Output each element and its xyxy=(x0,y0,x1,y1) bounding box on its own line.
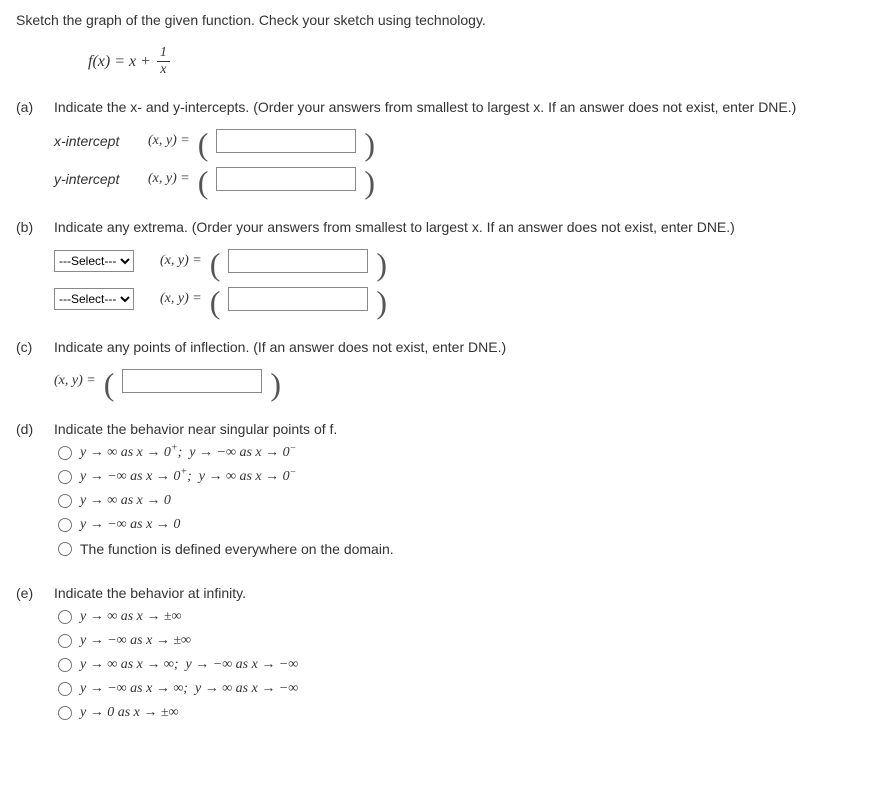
option-text: y → −∞ as x → ±∞ xyxy=(80,633,191,649)
part-b-label: (b) xyxy=(16,219,44,235)
part-d-label: (d) xyxy=(16,421,44,437)
radio-input[interactable] xyxy=(58,682,72,696)
part-c-label: (c) xyxy=(16,339,44,355)
option-text: y → −∞ as x → ∞; y → ∞ as x → −∞ xyxy=(80,681,298,697)
option-text: y → −∞ as x → 0+; y → ∞ as x → 0− xyxy=(80,469,296,485)
option-text: y → 0 as x → ±∞ xyxy=(80,705,179,721)
fraction: 1 x xyxy=(157,46,170,77)
part-a: (a) Indicate the x- and y-intercepts. (O… xyxy=(16,99,873,191)
e-option-2[interactable]: y → −∞ as x → ±∞ xyxy=(58,633,873,649)
part-e: (e) Indicate the behavior at infinity. y… xyxy=(16,585,873,721)
xy-label: (x, y) = xyxy=(160,253,202,269)
extrema-select-2[interactable]: ---Select--- xyxy=(54,288,134,310)
radio-input[interactable] xyxy=(58,518,72,532)
y-intercept-input[interactable] xyxy=(216,167,356,191)
radio-input[interactable] xyxy=(58,542,72,556)
radio-input[interactable] xyxy=(58,610,72,624)
d-option-1[interactable]: y → ∞ as x → 0+; y → −∞ as x → 0− xyxy=(58,445,873,461)
function-definition: f(x) = x + 1 x xyxy=(88,46,873,77)
radio-input[interactable] xyxy=(58,706,72,720)
part-a-prompt: Indicate the x- and y-intercepts. (Order… xyxy=(54,99,873,115)
option-text: The function is defined everywhere on th… xyxy=(80,541,394,557)
part-a-label: (a) xyxy=(16,99,44,115)
radio-input[interactable] xyxy=(58,634,72,648)
option-text: y → ∞ as x → ±∞ xyxy=(80,609,182,625)
inflection-input[interactable] xyxy=(122,369,262,393)
e-option-1[interactable]: y → ∞ as x → ±∞ xyxy=(58,609,873,625)
part-e-prompt: Indicate the behavior at infinity. xyxy=(54,585,873,601)
radio-input[interactable] xyxy=(58,658,72,672)
extrema-select-1[interactable]: ---Select--- xyxy=(54,250,134,272)
part-b-prompt: Indicate any extrema. (Order your answer… xyxy=(54,219,873,235)
intro-text: Sketch the graph of the given function. … xyxy=(16,12,873,28)
x-intercept-label: x-intercept xyxy=(54,133,140,149)
part-e-options: y → ∞ as x → ±∞ y → −∞ as x → ±∞ y → ∞ a… xyxy=(16,609,873,721)
part-d-prompt: Indicate the behavior near singular poin… xyxy=(54,421,873,437)
x-intercept-input[interactable] xyxy=(216,129,356,153)
part-e-label: (e) xyxy=(16,585,44,601)
frac-num: 1 xyxy=(157,46,170,61)
option-text: y → ∞ as x → ∞; y → −∞ as x → −∞ xyxy=(80,657,298,673)
d-option-3[interactable]: y → ∞ as x → 0 xyxy=(58,493,873,509)
radio-input[interactable] xyxy=(58,446,72,460)
d-option-2[interactable]: y → −∞ as x → 0+; y → ∞ as x → 0− xyxy=(58,469,873,485)
option-text: y → −∞ as x → 0 xyxy=(80,517,180,533)
part-b: (b) Indicate any extrema. (Order your an… xyxy=(16,219,873,311)
frac-den: x xyxy=(157,61,169,77)
part-d-options: y → ∞ as x → 0+; y → −∞ as x → 0− y → −∞… xyxy=(16,445,873,557)
extrema-input-1[interactable] xyxy=(228,249,368,273)
extrema-input-2[interactable] xyxy=(228,287,368,311)
part-c: (c) Indicate any points of inflection. (… xyxy=(16,339,873,393)
e-option-4[interactable]: y → −∞ as x → ∞; y → ∞ as x → −∞ xyxy=(58,681,873,697)
xy-label: (x, y) = xyxy=(160,291,202,307)
part-d: (d) Indicate the behavior near singular … xyxy=(16,421,873,557)
y-intercept-label: y-intercept xyxy=(54,171,140,187)
xy-label: (x, y) = xyxy=(54,373,96,389)
option-text: y → ∞ as x → 0+; y → −∞ as x → 0− xyxy=(80,445,296,461)
part-c-prompt: Indicate any points of inflection. (If a… xyxy=(54,339,873,355)
option-text: y → ∞ as x → 0 xyxy=(80,493,171,509)
e-option-3[interactable]: y → ∞ as x → ∞; y → −∞ as x → −∞ xyxy=(58,657,873,673)
radio-input[interactable] xyxy=(58,494,72,508)
xy-label: (x, y) = xyxy=(148,133,190,149)
xy-label: (x, y) = xyxy=(148,171,190,187)
fx-lhs: f(x) = x + xyxy=(88,53,151,71)
d-option-5[interactable]: The function is defined everywhere on th… xyxy=(58,541,873,557)
radio-input[interactable] xyxy=(58,470,72,484)
d-option-4[interactable]: y → −∞ as x → 0 xyxy=(58,517,873,533)
e-option-5[interactable]: y → 0 as x → ±∞ xyxy=(58,705,873,721)
